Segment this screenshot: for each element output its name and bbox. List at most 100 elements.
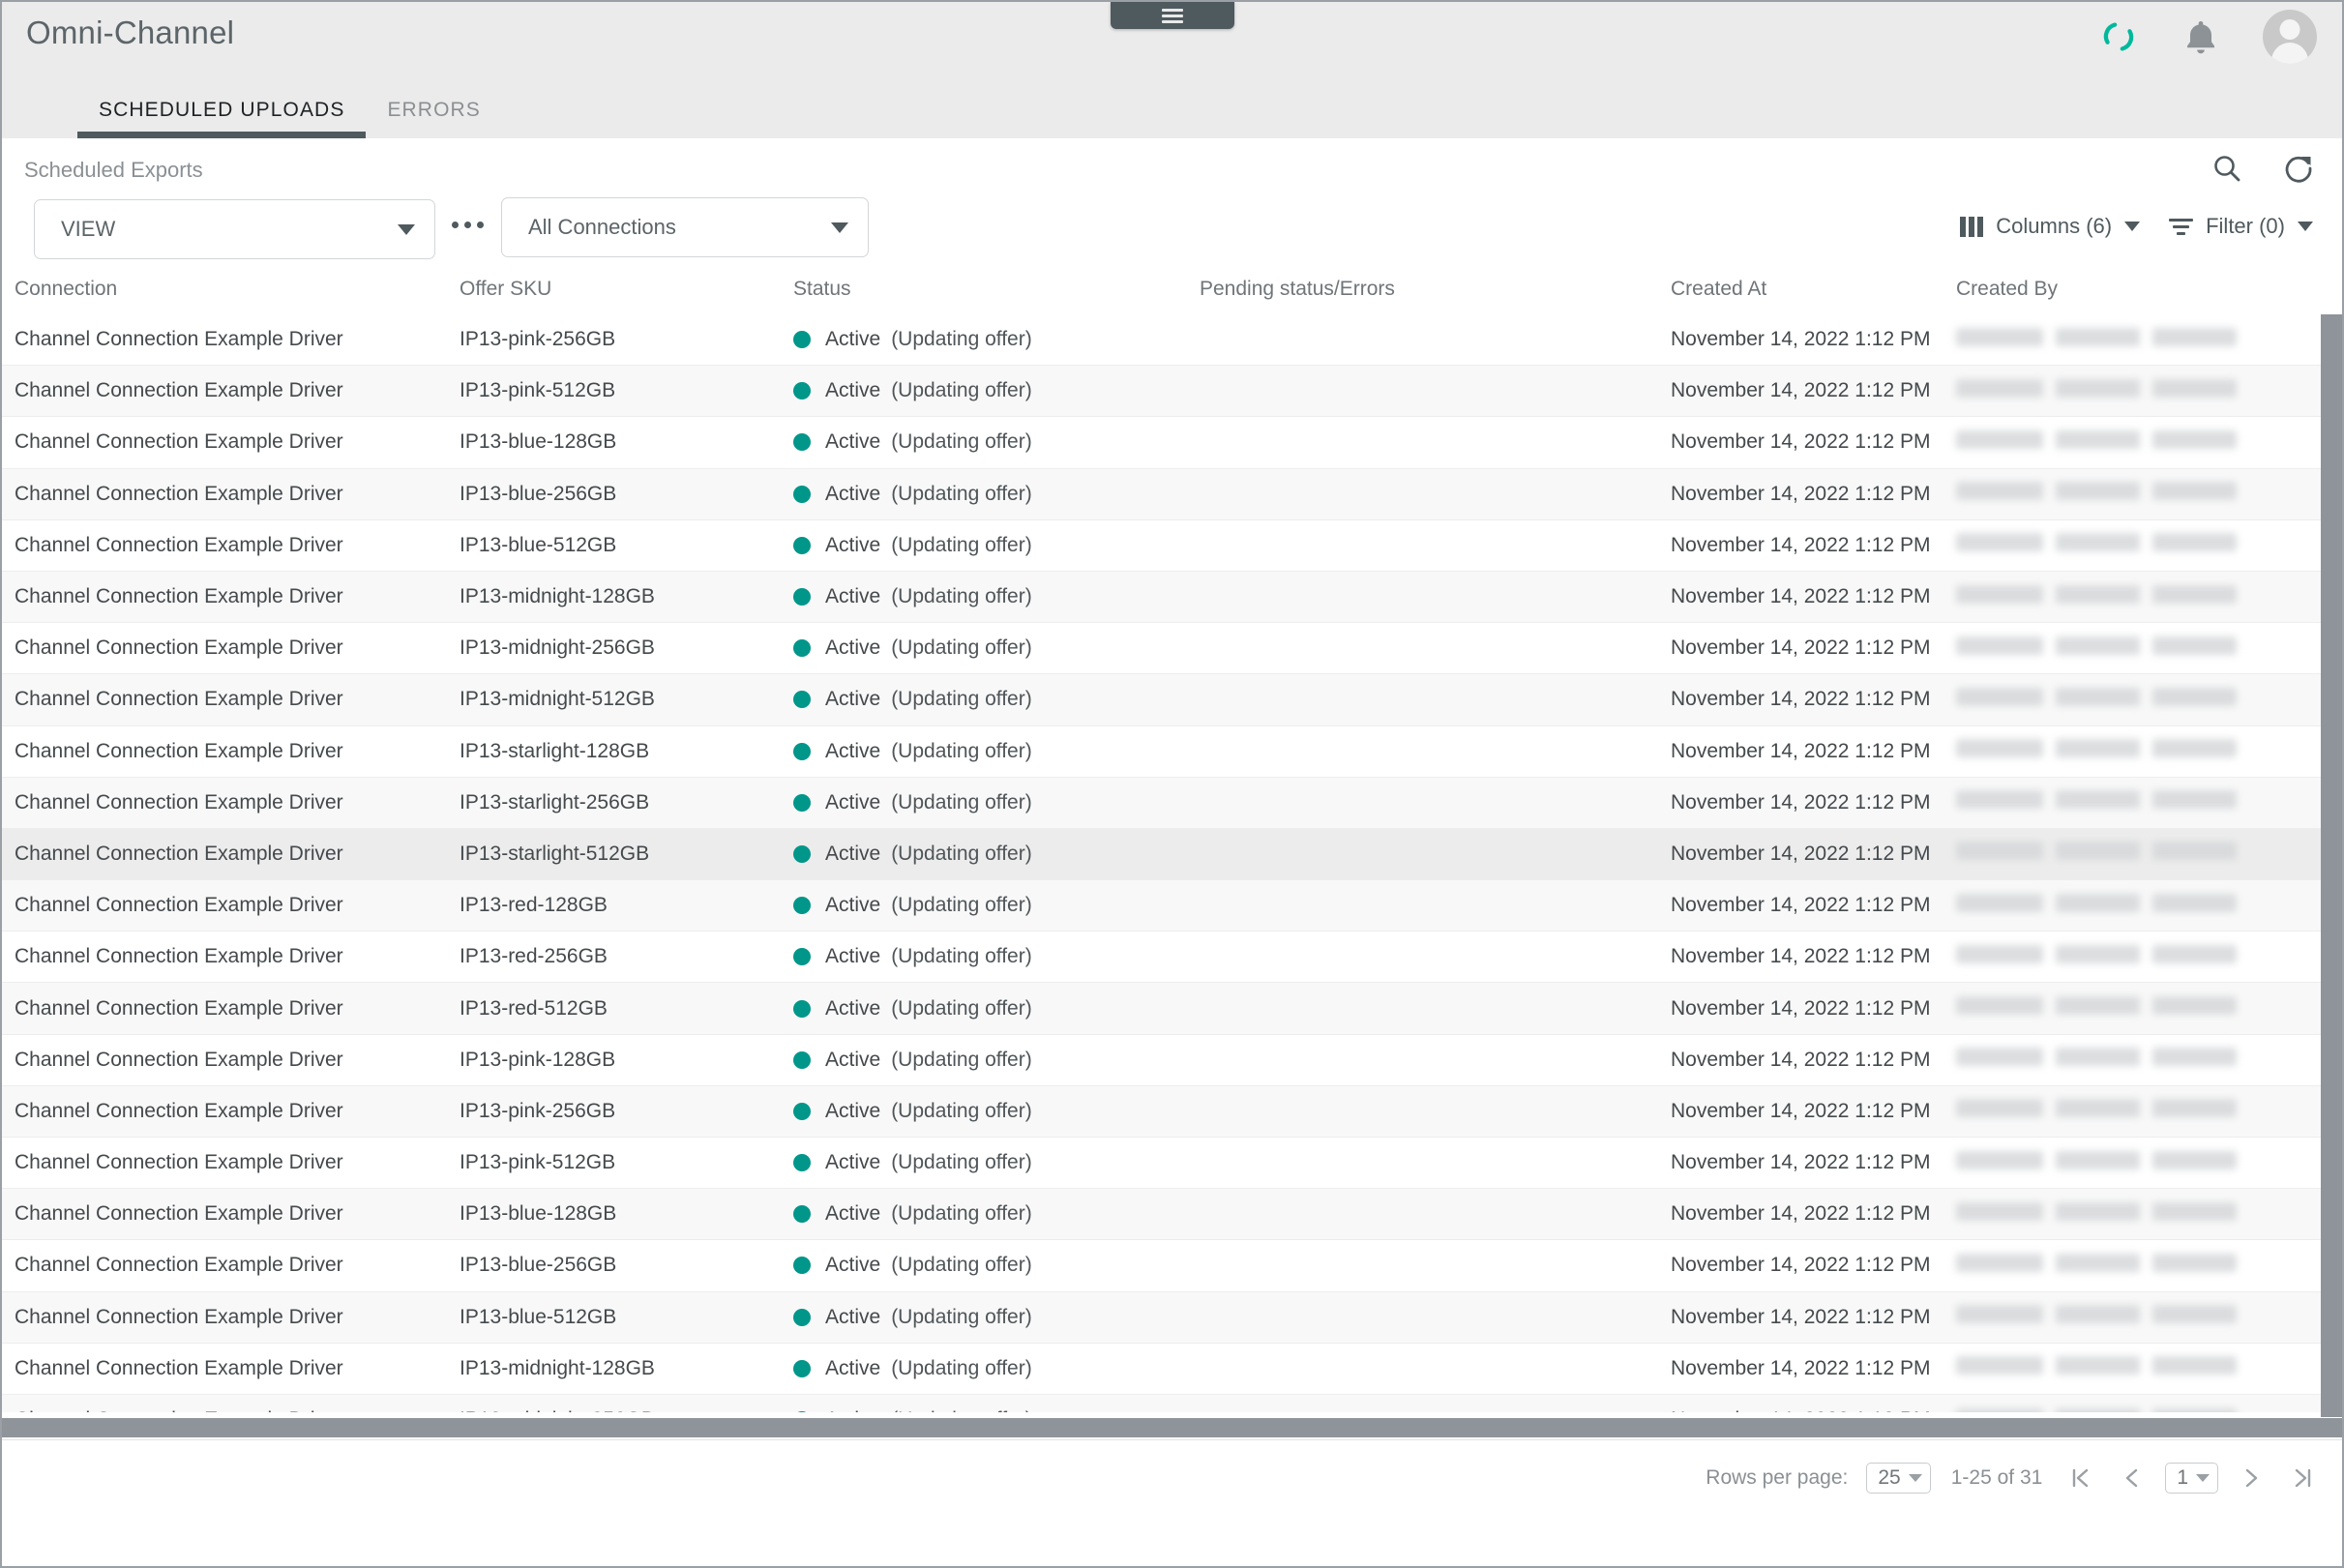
view-select[interactable]: VIEW [34,199,435,259]
cell-created-at: November 14, 2022 1:12 PM [1671,1151,1931,1174]
horizontal-scrollbar-thumb[interactable] [2,1418,2342,1437]
pagination-controls: Rows per page: 25 1-25 of 31 1 [1706,1460,2321,1496]
cell-status: Active (Updating offer) [793,483,1200,506]
table-row[interactable]: Channel Connection Example Driver IP13-st… [2,777,2342,829]
table-row[interactable]: Channel Connection Example Driver IP13-bl… [2,1189,2342,1241]
cell-offer-sku: IP13-starlight-256GB [460,790,650,814]
vertical-scrollbar[interactable] [2321,314,2342,1417]
cell-created-by [1956,842,2342,866]
table-row[interactable]: Channel Connection Example Driver IP13-pi… [2,1035,2342,1086]
cell-offer-sku: IP13-blue-256GB [460,482,617,505]
table-row[interactable]: Channel Connection Example Driver IP13-bl… [2,1240,2342,1292]
table-row[interactable]: Channel Connection Example Driver IP13-re… [2,983,2342,1035]
cell-created-at: November 14, 2022 1:12 PM [1671,1099,1931,1122]
table-row[interactable]: Channel Connection Example Driver IP13-re… [2,880,2342,932]
table-row[interactable]: Channel Connection Example Driver IP13-re… [2,932,2342,984]
column-header-offer-sku[interactable]: Offer SKU [460,278,793,301]
search-icon[interactable] [2210,152,2243,185]
status-dot-icon [793,742,811,760]
tab-errors[interactable]: ERRORS [366,99,501,138]
status-note: (Updating offer) [891,945,1032,968]
vertical-scrollbar-thumb[interactable] [2321,314,2342,1417]
table-row[interactable]: Channel Connection Example Driver IP13-bl… [2,1291,2342,1344]
table-row[interactable]: Channel Connection Example Driver IP13-pi… [2,1138,2342,1190]
table-row[interactable]: Channel Connection Example Driver IP13-st… [2,726,2342,778]
connections-select[interactable]: All Connections [501,197,869,257]
bell-notification-icon[interactable] [2180,15,2222,58]
previous-page-icon[interactable] [2114,1460,2151,1496]
table-row[interactable]: Channel Connection Example Driver IP13-bl… [2,468,2342,520]
cell-connection: Channel Connection Example Driver [15,1099,343,1122]
cell-created-by [1956,1305,2342,1329]
table-row[interactable]: Channel Connection Example Driver IP13-pi… [2,1085,2342,1138]
cell-created-at: November 14, 2022 1:12 PM [1671,1305,1931,1328]
chevron-down-icon [831,222,848,233]
cell-created-by [1956,378,2342,403]
first-page-icon[interactable] [2062,1460,2099,1496]
tab-scheduled-uploads[interactable]: SCHEDULED UPLOADS [77,99,367,138]
cell-connection: Channel Connection Example Driver [15,379,343,402]
status-note: (Updating offer) [891,1202,1032,1226]
column-header-pending-status-errors[interactable]: Pending status/Errors [1200,278,1671,301]
page-number-select[interactable]: 1 [2165,1463,2218,1494]
table-row[interactable]: Channel Connection Example Driver IP13-st… [2,828,2342,881]
filter-button-label: Filter (0) [2206,214,2285,238]
status-label: Active [825,430,881,454]
view-select-value: VIEW [61,217,116,241]
cell-created-by [1956,482,2342,506]
window-drag-handle[interactable] [1110,2,1234,29]
redacted-value [1956,533,2237,552]
status-dot-icon [793,382,811,400]
rows-per-page-label: Rows per page: [1706,1466,1849,1489]
redacted-value [1956,790,2237,810]
table-toolbar: VIEW All Connections Columns (6) Filter … [2,194,2342,264]
table-row[interactable]: Channel Connection Example DriverIP13-mi… [2,623,2342,675]
table-row[interactable]: Channel Connection Example Driver IP13-bl… [2,520,2342,572]
rows-per-page-select[interactable]: 25 [1866,1463,1931,1494]
status-label: Active [825,379,881,402]
hamburger-handle-icon [1161,8,1183,23]
column-header-status[interactable]: Status [793,278,1200,301]
cell-status: Active (Updating offer) [793,1100,1200,1123]
refresh-icon[interactable] [2282,152,2315,185]
filter-button[interactable]: Filter (0) [2169,214,2313,239]
pagination-range: 1-25 of 31 [1950,1466,2043,1489]
table-row[interactable]: Channel Connection Example Driver IP13-bl… [2,417,2342,469]
cell-offer-sku: IP13-pink-256GB [460,1099,616,1122]
table-row[interactable]: Channel Connection Example Driver IP13-pi… [2,366,2342,418]
cell-created-at: November 14, 2022 1:12 PM [1671,1408,1956,1412]
cell-status: Active (Updating offer) [793,430,1200,454]
status-note: (Updating offer) [891,1254,1032,1277]
status-dot-icon [793,1205,811,1224]
cell-status: Active (Updating offer) [793,688,1200,711]
sync-spinner-icon[interactable] [2098,16,2139,57]
more-horizontal-icon[interactable] [452,222,484,228]
status-label: Active [825,996,881,1020]
table-row[interactable]: Channel Connection Example DriverIP13-mi… [2,1394,2342,1412]
horizontal-scrollbar[interactable] [2,1416,2342,1439]
column-header-created-by[interactable]: Created By [1956,278,2342,301]
user-avatar-icon[interactable] [2263,10,2317,64]
status-label: Active [825,1356,881,1379]
columns-button[interactable]: Columns (6) [1960,214,2141,239]
status-label: Active [825,1099,881,1122]
next-page-icon[interactable] [2233,1460,2270,1496]
table-row[interactable]: Channel Connection Example DriverIP13-mi… [2,674,2342,726]
column-header-created-at[interactable]: Created At [1671,278,1956,301]
cell-status: Active (Updating offer) [793,1408,1200,1412]
cell-created-at: November 14, 2022 1:12 PM [1671,1202,1931,1226]
status-note: (Updating offer) [891,430,1032,454]
table-row[interactable]: Channel Connection Example DriverIP13-mi… [2,1344,2342,1395]
cell-connection: Channel Connection Example Driver [15,1356,343,1379]
next-page-glyph [2245,1468,2258,1488]
column-header-connection[interactable]: Connection [15,278,460,301]
table-row[interactable]: Channel Connection Example DriverIP13-mi… [2,571,2342,624]
cell-connection: Channel Connection Example Driver [15,1254,343,1277]
last-page-icon[interactable] [2284,1460,2321,1496]
status-dot-icon [793,999,811,1018]
cell-created-at: November 14, 2022 1:12 PM [1671,482,1931,505]
columns-button-label: Columns (6) [1996,214,2113,238]
table-row[interactable]: Channel Connection Example Driver IP13-pi… [2,314,2342,367]
page-number-value: 1 [2177,1466,2188,1489]
status-dot-icon [793,485,811,503]
